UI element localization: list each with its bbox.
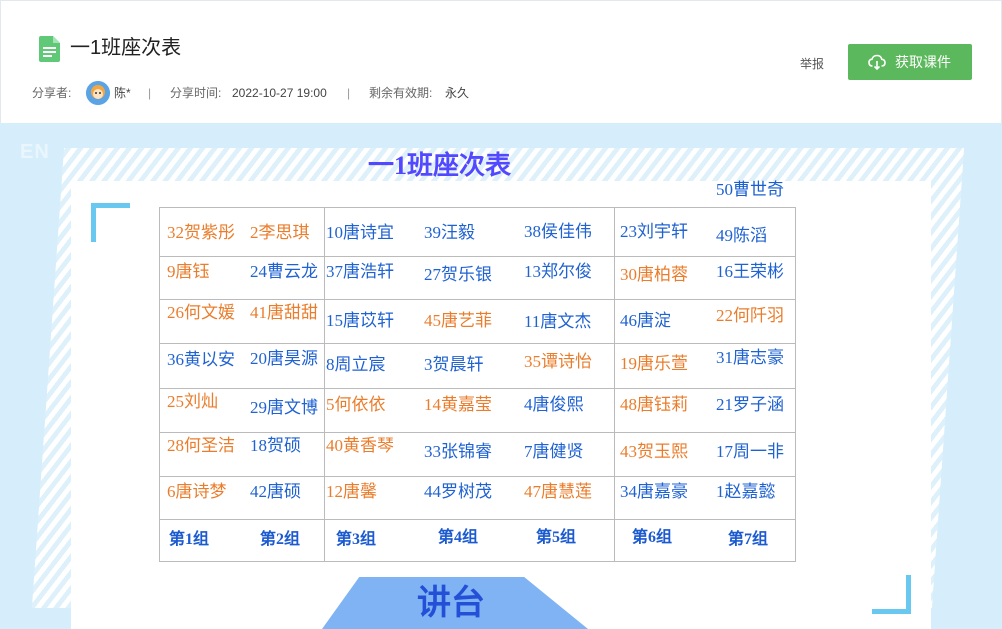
validity-label: 剩余有效期: [369,86,433,100]
seat-cell: 44罗树茂 [424,482,492,501]
seat-cell: 9唐钰 [167,262,210,281]
page-title: 一1班座次表 [70,37,182,59]
table-divider [160,476,795,477]
seat-cell: 42唐硕 [250,482,301,501]
get-courseware-button[interactable]: 获取课件 [848,44,972,80]
seat-cell: 7唐健贤 [524,442,584,461]
seat-cell: 39汪毅 [424,223,475,242]
seat-cell: 21罗子涵 [716,395,784,414]
table-divider [160,256,795,257]
report-link[interactable]: 举报 [800,55,824,72]
seat-cell: 49陈滔 [716,226,767,245]
seat-cell: 8周立宸 [326,355,386,374]
podium-label: 讲台 [417,585,485,622]
seat-cell: 15唐苡轩 [326,311,394,330]
table-divider [324,208,325,561]
table-divider [160,388,795,389]
seat-cell: 6唐诗梦 [167,482,227,501]
cloud-download-icon [868,54,886,71]
extra-student: 50曹世奇 [716,180,784,199]
table-divider [160,432,795,433]
seat-cell: 2李思琪 [250,223,310,242]
table-divider [614,208,615,561]
table-divider [160,299,795,300]
seat-cell: 43贺玉熙 [620,442,688,461]
table-divider [160,519,795,520]
group-label: 第2组 [260,531,301,548]
seat-cell: 22何阡羽 [716,306,784,325]
seat-cell: 37唐浩轩 [326,262,394,281]
get-courseware-label: 获取课件 [895,54,951,70]
seat-cell: 19唐乐萱 [620,354,688,373]
seat-cell: 20唐昊源 [250,349,318,368]
seat-cell: 36黄以安 [167,350,235,369]
meta-separator: | [148,86,152,100]
seat-cell: 18贺硕 [250,436,301,455]
group-label: 第3组 [336,531,377,548]
corner-decoration-top-left [91,203,130,242]
group-label: 第4组 [438,529,479,546]
sharer-name[interactable]: 陈* [114,85,131,101]
seat-cell: 3贺晨轩 [424,355,484,374]
seat-cell: 35谭诗怡 [524,352,592,371]
seat-cell: 27贺乐银 [424,265,492,284]
seat-cell: 45唐艺菲 [424,311,492,330]
en-badge: EN [20,141,50,163]
seat-cell: 24曹云龙 [250,262,318,281]
seat-cell: 46唐淀 [620,311,671,330]
document-icon [39,36,60,62]
seat-cell: 32贺紫彤 [167,223,235,242]
seat-cell: 25刘灿 [167,392,218,411]
seat-cell: 14黄嘉莹 [424,395,492,414]
seat-cell: 48唐钰莉 [620,395,688,414]
sharer-avatar[interactable] [86,81,110,105]
table-divider [160,343,795,344]
seat-cell: 12唐馨 [326,482,377,501]
courseware-preview: EN 一1班座次表 50曹世奇 32贺紫彤 2李思琪 10唐诗宜 39汪毅 38侯佳伟 2… [0,123,1002,629]
seating-table: 32贺紫彤 2李思琪 10唐诗宜 39汪毅 38侯佳伟 23刘宇轩 49陈滔 9唐钰 24曹云龙… [159,207,796,562]
seat-cell: 23刘宇轩 [620,222,688,241]
seat-cell: 34唐嘉豪 [620,482,688,501]
seat-cell: 41唐甜甜 [250,303,318,322]
seat-cell: 17周一非 [716,442,784,461]
seat-cell: 28何圣洁 [167,436,235,455]
seat-cell: 1赵嘉懿 [716,482,776,501]
slide-title: 一1班座次表 [368,151,512,180]
seat-cell: 11唐文杰 [524,312,592,331]
seat-cell: 10唐诗宜 [326,223,394,242]
seat-cell: 16王荣彬 [716,262,784,281]
seat-cell: 5何依依 [326,395,386,414]
group-label: 第7组 [728,531,769,548]
sharer-label: 分享者: [32,86,72,100]
resource-header: 一1班座次表 分享者: 陈* | 分享时间: 2022-10-27 19:00 … [0,0,1002,123]
seat-cell: 4唐俊熙 [524,395,584,414]
validity-value: 永久 [445,86,470,100]
corner-decoration-bottom-right [872,575,911,614]
seat-cell: 26何文媛 [167,303,235,322]
seat-cell: 31唐志豪 [716,348,784,367]
group-label: 第5组 [536,529,577,546]
share-time-value: 2022-10-27 19:00 [232,86,327,100]
group-label: 第1组 [169,531,210,548]
seat-cell: 47唐慧莲 [524,482,592,501]
seat-cell: 38侯佳伟 [524,222,592,241]
group-label: 第6组 [632,529,673,546]
seat-cell: 33张锦睿 [424,442,492,461]
meta-separator: | [347,86,351,100]
seat-cell: 30唐柏蓉 [620,265,688,284]
seat-cell: 13郑尔俊 [524,262,592,281]
seat-cell: 40黄香琴 [326,436,394,455]
seat-cell: 29唐文博 [250,398,318,417]
avatar-icon [86,81,110,105]
share-time-label: 分享时间: [170,86,222,100]
